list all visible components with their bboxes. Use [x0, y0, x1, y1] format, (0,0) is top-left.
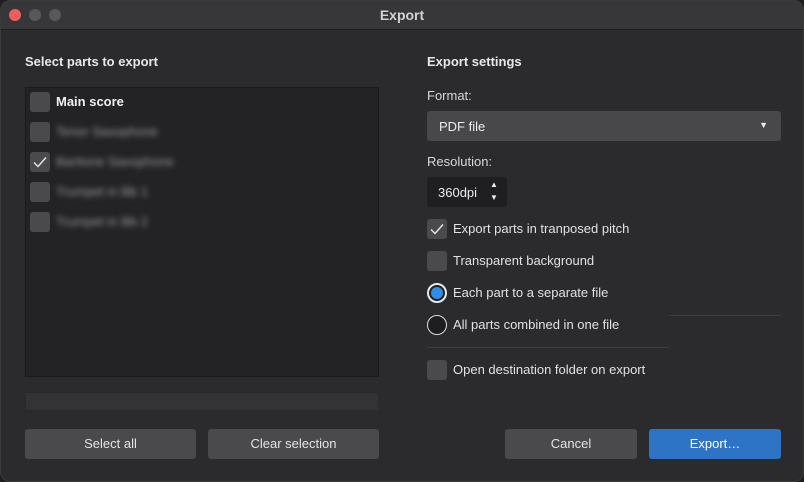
increment-arrow-icon[interactable]: ▲	[490, 180, 498, 189]
resolution-spinbox[interactable]: 360dpi ▲ ▼	[427, 177, 507, 207]
part-checkbox-checked[interactable]	[30, 152, 50, 172]
transposed-pitch-label: Export parts in tranposed pitch	[453, 221, 630, 236]
transposed-pitch-checkbox[interactable]	[427, 219, 447, 239]
resolution-value: 360dpi	[438, 185, 478, 200]
title-bar: Export	[1, 1, 803, 30]
part-label: Trumpet in Bb 2	[56, 214, 149, 229]
combined-file-option[interactable]: All parts combined in one file	[427, 315, 757, 335]
format-select[interactable]: PDF file ▼	[427, 111, 781, 141]
part-checkbox[interactable]	[30, 182, 50, 202]
checkmark-icon	[430, 224, 444, 235]
combined-file-label: All parts combined in one file	[453, 317, 620, 332]
settings-heading: Export settings	[427, 54, 522, 69]
decrement-arrow-icon[interactable]: ▼	[490, 193, 498, 202]
part-checkbox[interactable]	[30, 92, 50, 112]
export-button[interactable]: Export…	[649, 429, 781, 459]
select-all-button[interactable]: Select all	[25, 429, 196, 459]
format-label: Format:	[427, 88, 472, 103]
part-label: Trumpet in Bb 1	[56, 184, 149, 199]
part-row[interactable]: Baritone Saxophone	[30, 152, 370, 174]
resolution-label: Resolution:	[427, 154, 493, 169]
radio-selected-dot	[431, 287, 443, 299]
divider	[427, 347, 669, 348]
transparent-background-option[interactable]: Transparent background	[427, 251, 757, 271]
part-label: Main score	[56, 94, 124, 109]
checkmark-icon	[33, 157, 47, 168]
open-folder-checkbox[interactable]	[427, 360, 447, 380]
parts-heading: Select parts to export	[25, 54, 158, 69]
part-label: Baritone Saxophone	[56, 154, 174, 169]
separate-file-radio[interactable]	[427, 283, 447, 303]
combined-file-radio[interactable]	[427, 315, 447, 335]
separate-file-label: Each part to a separate file	[453, 285, 609, 300]
export-dialog: Export Select parts to export Main score…	[0, 0, 804, 482]
cancel-button[interactable]: Cancel	[505, 429, 637, 459]
transposed-pitch-option[interactable]: Export parts in tranposed pitch	[427, 219, 757, 239]
open-folder-label: Open destination folder on export	[453, 362, 646, 377]
part-row-main-score[interactable]: Main score	[30, 92, 370, 114]
part-label: Tenor Saxophone	[56, 124, 158, 139]
separate-file-option[interactable]: Each part to a separate file	[427, 283, 757, 303]
format-value: PDF file	[439, 119, 486, 134]
transparent-background-label: Transparent background	[453, 253, 595, 268]
open-folder-option[interactable]: Open destination folder on export	[427, 360, 757, 380]
transparent-background-checkbox[interactable]	[427, 251, 447, 271]
part-checkbox[interactable]	[30, 122, 50, 142]
dropdown-arrow-icon: ▼	[759, 120, 768, 130]
part-checkbox[interactable]	[30, 212, 50, 232]
part-row[interactable]: Trumpet in Bb 1	[30, 182, 370, 204]
window-title: Export	[379, 7, 425, 23]
part-row[interactable]: Trumpet in Bb 2	[30, 212, 370, 234]
parts-list[interactable]: Main score Tenor Saxophone Baritone Saxo…	[25, 87, 379, 377]
part-row[interactable]: Tenor Saxophone	[30, 122, 370, 144]
parts-list-footer-bar	[25, 392, 379, 411]
clear-selection-button[interactable]: Clear selection	[208, 429, 379, 459]
